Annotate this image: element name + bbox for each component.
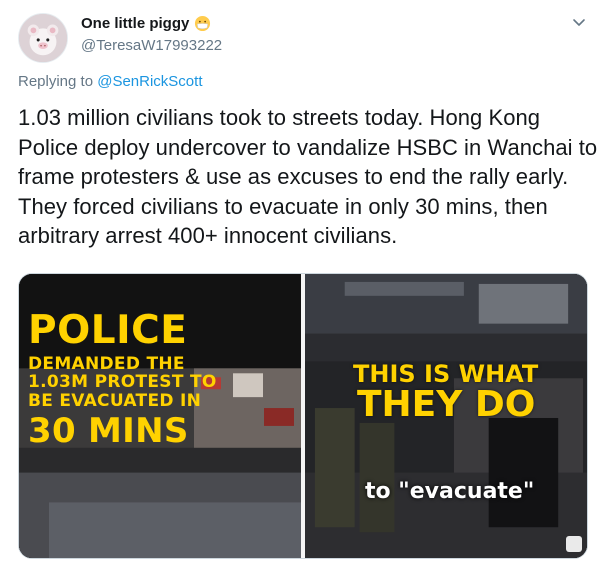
poster-title: POLICE [28, 308, 188, 353]
tweet-media[interactable]: POLICE DEMANDED THE 1.03M PROTEST TO BE … [18, 273, 588, 559]
tweet-card[interactable]: One little piggy @TeresaW17993222 Replyi… [0, 0, 615, 568]
media-panel-right: THIS IS WHAT THEY DO to "evacuate" [305, 274, 587, 558]
poster-line-2: 1.03M PROTEST TO [28, 372, 217, 392]
tweet-text: 1.03 million civilians took to streets t… [18, 105, 598, 248]
right-caption-line-2: THEY DO [357, 384, 536, 425]
replying-to-line: Replying to @SenRickScott [18, 73, 202, 90]
chevron-down-icon[interactable] [571, 14, 587, 30]
mask-face-emoji-icon [195, 15, 211, 32]
avatar[interactable] [18, 13, 68, 63]
gif-badge-icon [566, 536, 582, 552]
poster-big-text: 30 MINS [28, 411, 189, 451]
reply-mention-link[interactable]: @SenRickScott [97, 73, 202, 90]
author-handle[interactable]: @TeresaW17993222 [81, 37, 222, 54]
author-name-row[interactable]: One little piggy [81, 15, 211, 32]
replying-to-label: Replying to [18, 73, 94, 90]
poster-line-3: BE EVACUATED IN [28, 391, 202, 411]
media-panel-left: POLICE DEMANDED THE 1.03M PROTEST TO BE … [19, 274, 301, 558]
piggy-avatar-image [19, 14, 67, 62]
display-name[interactable]: One little piggy [81, 15, 189, 32]
right-caption-evacuate: to "evacuate" [365, 479, 535, 504]
poster-line-1: DEMANDED THE [28, 354, 185, 374]
